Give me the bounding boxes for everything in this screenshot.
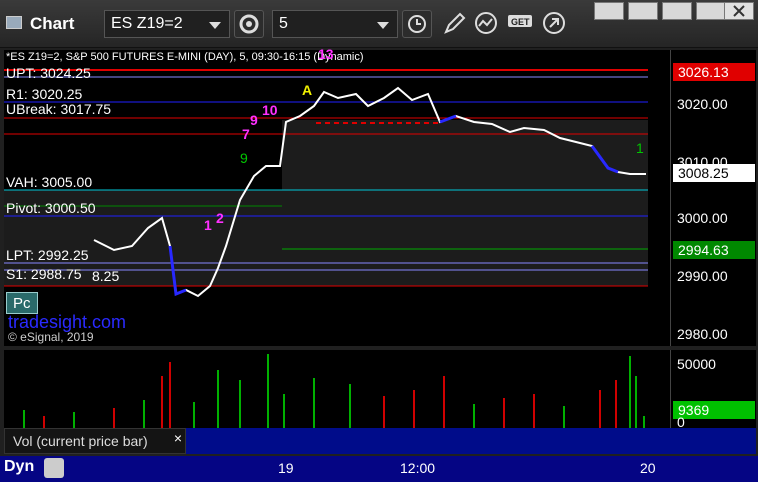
annotation-13: 13 bbox=[318, 46, 334, 62]
level-lpt: LPT: 2992.25 bbox=[6, 247, 89, 263]
chart-heading: *ES Z19=2, S&P 500 FUTURES E-MINI (DAY),… bbox=[6, 51, 364, 63]
chevron-down-icon bbox=[209, 22, 221, 29]
vol-badge: 9369 bbox=[673, 401, 755, 419]
dyn-label[interactable]: Dyn bbox=[4, 458, 34, 476]
annotation-1-magenta: 1 bbox=[204, 217, 212, 233]
annotation-825: 8.25 bbox=[92, 268, 120, 284]
chart-window: Chart ES Z19=2 5 GET *ES Z19=2, S&P 500 … bbox=[0, 0, 758, 482]
svg-text:GET: GET bbox=[511, 17, 530, 27]
badge-upper: 3026.13 bbox=[673, 63, 755, 81]
volume-chart bbox=[23, 354, 645, 428]
study-icon[interactable] bbox=[472, 10, 502, 38]
volume-study-label[interactable]: Vol (current price bar) × bbox=[4, 428, 186, 454]
gear-icon[interactable] bbox=[234, 10, 264, 38]
navigate-icon[interactable] bbox=[540, 10, 570, 38]
level-vah: VAH: 3005.00 bbox=[6, 174, 93, 190]
axis-2990: 2990.00 bbox=[677, 268, 728, 284]
annotation-10: 10 bbox=[262, 102, 278, 118]
close-study-icon[interactable]: × bbox=[174, 430, 182, 446]
level-ubreak: UBreak: 3017.75 bbox=[6, 101, 112, 117]
annotation-7: 7 bbox=[242, 126, 250, 142]
restore-icon[interactable] bbox=[594, 2, 624, 20]
time-tick-20: 20 bbox=[640, 460, 656, 476]
interval-select[interactable]: 5 bbox=[272, 10, 398, 38]
get-data-icon[interactable]: GET bbox=[506, 10, 536, 38]
clock-icon[interactable] bbox=[402, 10, 432, 38]
volume-study-text: Vol (current price bar) bbox=[13, 433, 148, 449]
annotation-9-green: 9 bbox=[240, 150, 248, 166]
price-axis[interactable]: 3026.13 3020.00 3010.00 3008.25 3000.00 … bbox=[670, 50, 756, 346]
copyright: © eSignal, 2019 bbox=[8, 330, 94, 344]
annotation-9-magenta: 9 bbox=[250, 112, 258, 128]
chevron-down-icon bbox=[377, 22, 389, 29]
time-tick-1200: 12:00 bbox=[400, 460, 436, 476]
pencil-icon[interactable] bbox=[440, 10, 470, 38]
annotation-a: A bbox=[302, 82, 313, 98]
time-axis[interactable]: Dyn 19 12:00 20 bbox=[0, 456, 758, 482]
window-title: Chart bbox=[30, 14, 75, 33]
chart-icon bbox=[6, 16, 22, 29]
badge-last: 3008.25 bbox=[673, 164, 755, 182]
minimize-icon[interactable] bbox=[662, 2, 692, 20]
time-tick-19: 19 bbox=[278, 460, 294, 476]
pc-button[interactable]: Pc bbox=[6, 292, 38, 314]
volume-panel[interactable] bbox=[4, 350, 670, 428]
axis-3020: 3020.00 bbox=[677, 96, 728, 112]
lock-icon[interactable] bbox=[44, 458, 64, 478]
annotation-2: 2 bbox=[216, 210, 224, 226]
level-pivot: Pivot: 3000.50 bbox=[6, 200, 96, 216]
badge-green: 2994.63 bbox=[673, 241, 755, 259]
volume-axis[interactable]: 50000 9369 0 bbox=[670, 350, 756, 430]
interval-value: 5 bbox=[279, 15, 288, 32]
level-upt: UPT: 3024.25 bbox=[6, 65, 91, 81]
symbol-select[interactable]: ES Z19=2 bbox=[104, 10, 230, 38]
axis-3000: 3000.00 bbox=[677, 210, 728, 226]
annotation-1-green: 1 bbox=[636, 140, 644, 156]
price-chart bbox=[4, 69, 648, 298]
vol-axis-50000: 50000 bbox=[677, 356, 716, 372]
volume-label-bar: Vol (current price bar) × bbox=[4, 428, 756, 454]
level-s1: S1: 2988.75 bbox=[6, 266, 82, 282]
toolbar: Chart ES Z19=2 5 GET bbox=[0, 0, 758, 48]
maximize-icon[interactable] bbox=[696, 2, 726, 20]
close-icon[interactable] bbox=[724, 2, 754, 20]
symbol-value: ES Z19=2 bbox=[111, 15, 183, 32]
level-r1: R1: 3020.25 bbox=[6, 86, 83, 102]
price-panel[interactable]: *ES Z19=2, S&P 500 FUTURES E-MINI (DAY),… bbox=[4, 46, 670, 346]
pin-icon[interactable] bbox=[628, 2, 658, 20]
axis-2980: 2980.00 bbox=[677, 326, 728, 342]
